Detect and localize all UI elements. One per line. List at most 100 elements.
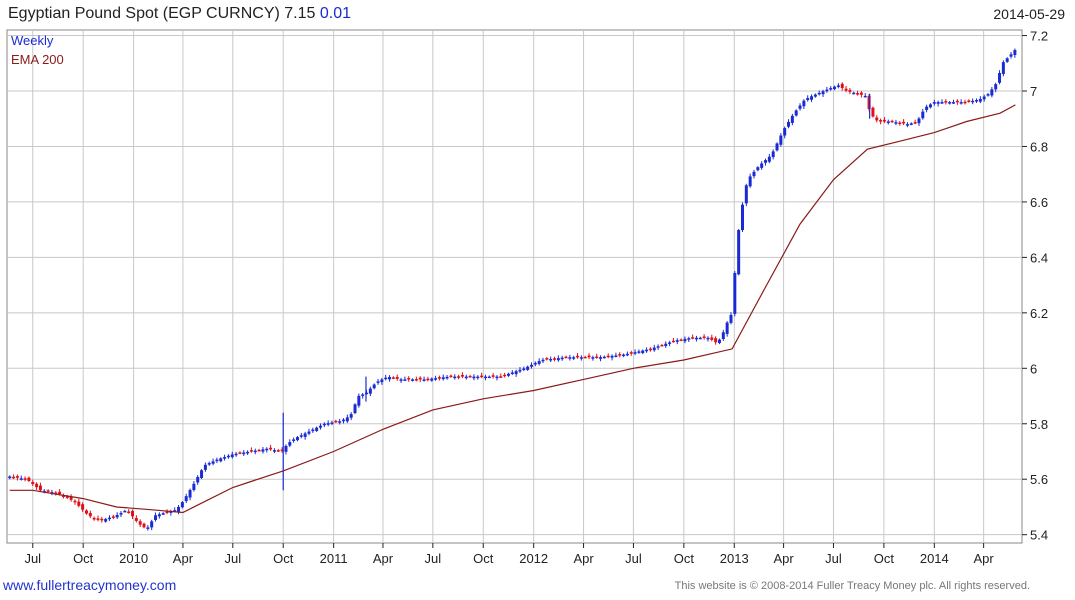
candle-body <box>464 376 468 379</box>
candle-body <box>1009 54 1013 57</box>
candle-body <box>898 122 902 125</box>
candle-body <box>299 435 303 437</box>
candle-body <box>848 89 852 92</box>
candle-body <box>591 357 595 359</box>
candle-body <box>664 343 668 347</box>
candle-body <box>629 352 633 354</box>
candle-body <box>372 384 376 389</box>
candle-body <box>334 420 338 423</box>
candle-body <box>376 381 380 383</box>
candle-body <box>975 100 979 102</box>
candle-body <box>154 515 158 521</box>
candle-body <box>418 377 422 380</box>
candle-body <box>748 176 752 187</box>
candle-body <box>833 86 837 90</box>
candle-body <box>35 483 39 488</box>
y-tick-label: 6.8 <box>1030 139 1048 154</box>
candle-body <box>506 373 510 376</box>
candle-body <box>127 511 131 514</box>
candle-body <box>928 104 932 108</box>
candle-body <box>12 476 16 479</box>
candle-body <box>859 92 863 95</box>
legend-entry: Weekly <box>11 33 54 48</box>
candle-body <box>836 85 840 87</box>
candle-body <box>556 358 560 361</box>
candle-body <box>31 481 35 485</box>
candle-body <box>963 101 967 104</box>
candle-body <box>821 91 825 95</box>
candle-body <box>472 376 476 379</box>
candle-body <box>622 354 626 357</box>
x-tick-label: Jul <box>825 551 842 566</box>
candle-body <box>771 151 775 158</box>
candle-body <box>890 120 894 123</box>
candle-body <box>1005 58 1009 62</box>
candle-body <box>576 355 580 358</box>
candle-body <box>138 521 142 525</box>
candle-body <box>971 100 975 103</box>
x-tick-label: Apr <box>373 551 394 566</box>
candle-body <box>510 372 514 374</box>
x-tick-label: Oct <box>674 551 695 566</box>
candle-body <box>694 337 698 340</box>
candle-body <box>131 511 135 517</box>
candle-body <box>852 92 856 95</box>
candle-body <box>73 500 77 503</box>
candle-body <box>46 490 50 492</box>
candle-body <box>58 491 62 495</box>
candle-body <box>648 348 652 351</box>
candle-body <box>990 89 994 96</box>
candle-body <box>982 96 986 100</box>
candle-body <box>257 449 261 452</box>
candle-body <box>468 375 472 378</box>
candle-body <box>361 394 365 396</box>
candle-body <box>721 332 725 339</box>
candle-body <box>180 502 184 508</box>
candle-body <box>211 461 215 464</box>
candle-body <box>288 442 292 446</box>
candle-body <box>242 452 246 455</box>
candle-body <box>441 377 445 380</box>
candle-body <box>710 337 714 340</box>
candle-body <box>610 355 614 358</box>
candle-body <box>944 101 948 103</box>
candle-body <box>802 100 806 107</box>
candle-body <box>951 102 955 104</box>
candle-body <box>269 447 273 450</box>
candle-body <box>88 512 92 517</box>
x-tick-label: Oct <box>73 551 94 566</box>
candle-body <box>668 342 672 344</box>
candle-body <box>553 358 557 360</box>
candle-body <box>318 425 322 428</box>
candle-body <box>284 445 288 452</box>
candle-body <box>295 437 299 441</box>
candle-body <box>407 378 411 380</box>
candle-body <box>200 470 204 479</box>
candle-body <box>675 340 679 342</box>
candle-body <box>487 376 491 379</box>
x-tick-label: Oct <box>273 551 294 566</box>
y-tick-label: 5.4 <box>1030 528 1048 543</box>
candle-body <box>533 362 537 365</box>
candle-body <box>602 356 606 359</box>
candle-body <box>679 339 683 342</box>
candle-body <box>537 361 541 364</box>
candle-body <box>142 523 146 528</box>
candle-body <box>219 458 223 462</box>
candle-body <box>810 96 814 100</box>
candle-body <box>188 490 192 498</box>
x-tick-label: 2013 <box>720 551 749 566</box>
candle-body <box>495 376 499 379</box>
candle-body <box>706 337 710 340</box>
candle-body <box>948 102 952 104</box>
candle-body <box>411 379 415 381</box>
candle-body <box>326 423 330 425</box>
candle-body <box>829 88 833 90</box>
candle-body <box>261 449 265 452</box>
y-tick-label: 5.8 <box>1030 417 1048 432</box>
candle-body <box>717 339 721 343</box>
candle-body <box>192 483 196 491</box>
x-tick-label: Oct <box>473 551 494 566</box>
candle-body <box>403 379 407 381</box>
site-link[interactable]: www.fullertreacymoney.com <box>3 577 176 593</box>
